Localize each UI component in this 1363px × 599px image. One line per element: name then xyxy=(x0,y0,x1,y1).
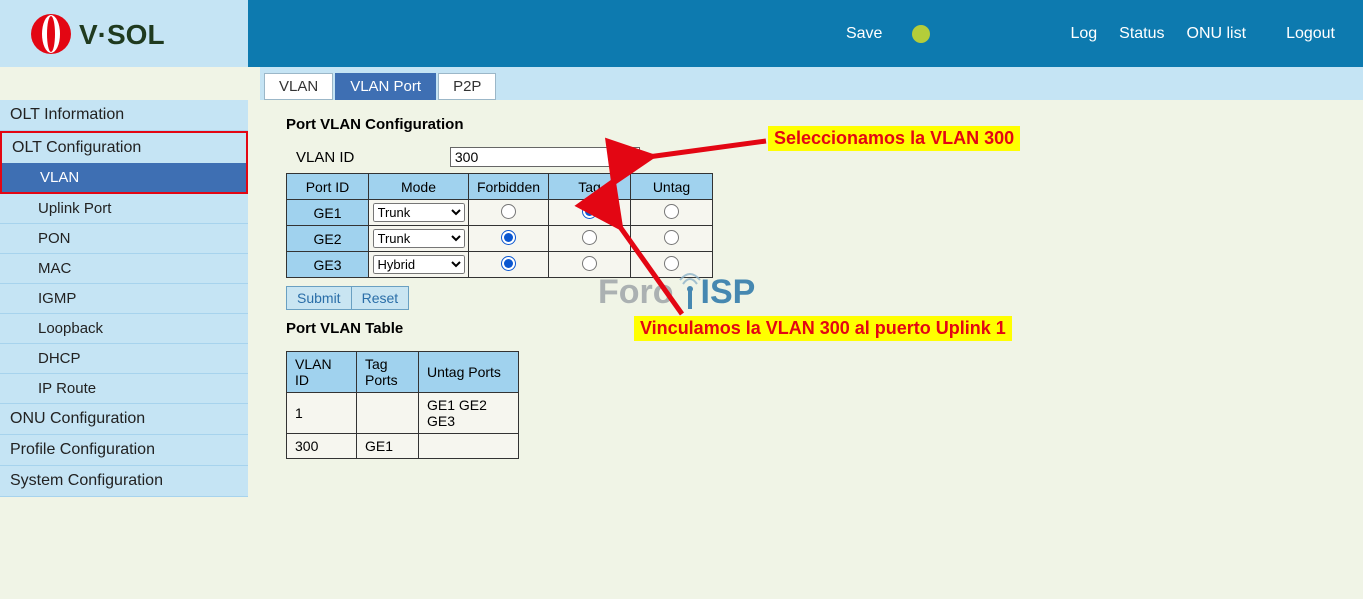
sidebar-item-vlan[interactable]: VLAN xyxy=(0,163,248,194)
sidebar-item-profile-configuration[interactable]: Profile Configuration xyxy=(0,435,248,466)
nav-log[interactable]: Log xyxy=(1070,25,1097,43)
mode-select-ge3[interactable]: Hybrid xyxy=(373,255,465,274)
radio-ge1-forbidden[interactable] xyxy=(501,204,516,219)
radio-ge2-untag[interactable] xyxy=(664,230,679,245)
radio-ge1-tag[interactable] xyxy=(582,204,597,219)
col-header-mode: Mode xyxy=(369,174,469,200)
radio-ge3-tag[interactable] xyxy=(582,256,597,271)
sidebar-item-mac[interactable]: MAC xyxy=(0,254,248,284)
radio-ge3-forbidden[interactable] xyxy=(501,256,516,271)
reset-button[interactable]: Reset xyxy=(351,286,410,310)
col-header-tag: Tag xyxy=(549,174,631,200)
sidebar-item-uplink-port[interactable]: Uplink Port xyxy=(0,194,248,224)
port-cell: GE3 xyxy=(287,252,369,278)
port-vlan-table: VLAN ID Tag Ports Untag Ports 1 GE1 GE2 … xyxy=(286,351,519,459)
sidebar-item-igmp[interactable]: IGMP xyxy=(0,284,248,314)
radio-ge3-untag[interactable] xyxy=(664,256,679,271)
radio-ge2-forbidden[interactable] xyxy=(501,230,516,245)
svg-text:V·SOL: V·SOL xyxy=(79,19,165,50)
vlan-id-cell: 1 xyxy=(287,393,357,434)
nav-onu-list[interactable]: ONU list xyxy=(1187,25,1247,43)
sidebar-item-system-configuration[interactable]: System Configuration xyxy=(0,466,248,497)
table-row: 300 GE1 xyxy=(287,434,519,459)
sidebar-item-dhcp[interactable]: DHCP xyxy=(0,344,248,374)
table-row: GE2 Trunk xyxy=(287,226,713,252)
sidebar: OLT Information OLT Configuration VLAN U… xyxy=(0,100,248,497)
annotation-link-vlan: Vinculamos la VLAN 300 al puerto Uplink … xyxy=(634,316,1012,341)
radio-ge2-tag[interactable] xyxy=(582,230,597,245)
col-header-forbidden: Forbidden xyxy=(469,174,549,200)
tag-ports-cell: GE1 xyxy=(357,434,419,459)
sidebar-item-olt-information[interactable]: OLT Information xyxy=(0,100,248,131)
col-header-vlan-id: VLAN ID xyxy=(287,352,357,393)
untag-ports-cell: GE1 GE2 GE3 xyxy=(419,393,519,434)
port-cell: GE2 xyxy=(287,226,369,252)
tab-p2p[interactable]: P2P xyxy=(438,73,496,100)
nav-logout[interactable]: Logout xyxy=(1286,25,1335,43)
col-header-tag-ports: Tag Ports xyxy=(357,352,419,393)
mode-select-ge1[interactable]: Trunk xyxy=(373,203,465,222)
vlan-id-label: VLAN ID xyxy=(296,149,446,166)
untag-ports-cell xyxy=(419,434,519,459)
table-row: GE3 Hybrid xyxy=(287,252,713,278)
table-row: 1 GE1 GE2 GE3 xyxy=(287,393,519,434)
sidebar-item-ip-route[interactable]: IP Route xyxy=(0,374,248,404)
vlan-id-cell: 300 xyxy=(287,434,357,459)
brand-logo: V·SOL xyxy=(0,0,248,67)
tab-vlan-port[interactable]: VLAN Port xyxy=(335,73,436,100)
port-config-table: Port ID Mode Forbidden Tag Untag GE1 Tru… xyxy=(286,173,713,278)
sidebar-item-onu-configuration[interactable]: ONU Configuration xyxy=(0,404,248,435)
annotation-select-vlan: Seleccionamos la VLAN 300 xyxy=(768,126,1020,151)
tabstrip: VLAN VLAN Port P2P xyxy=(260,67,1363,100)
col-header-untag-ports: Untag Ports xyxy=(419,352,519,393)
table-row: GE1 Trunk xyxy=(287,200,713,226)
submit-button[interactable]: Submit xyxy=(286,286,352,310)
sidebar-item-loopback[interactable]: Loopback xyxy=(0,314,248,344)
mode-select-ge2[interactable]: Trunk xyxy=(373,229,465,248)
tab-vlan[interactable]: VLAN xyxy=(264,73,333,100)
save-link[interactable]: Save xyxy=(846,25,882,43)
col-header-untag: Untag xyxy=(631,174,713,200)
nav-status[interactable]: Status xyxy=(1119,25,1164,43)
col-header-port: Port ID xyxy=(287,174,369,200)
vlan-id-select[interactable]: 300 xyxy=(450,147,640,167)
radio-ge1-untag[interactable] xyxy=(664,204,679,219)
sidebar-item-pon[interactable]: PON xyxy=(0,224,248,254)
sidebar-item-olt-configuration[interactable]: OLT Configuration xyxy=(0,131,248,163)
tag-ports-cell xyxy=(357,393,419,434)
save-status-dot xyxy=(912,25,930,43)
port-cell: GE1 xyxy=(287,200,369,226)
